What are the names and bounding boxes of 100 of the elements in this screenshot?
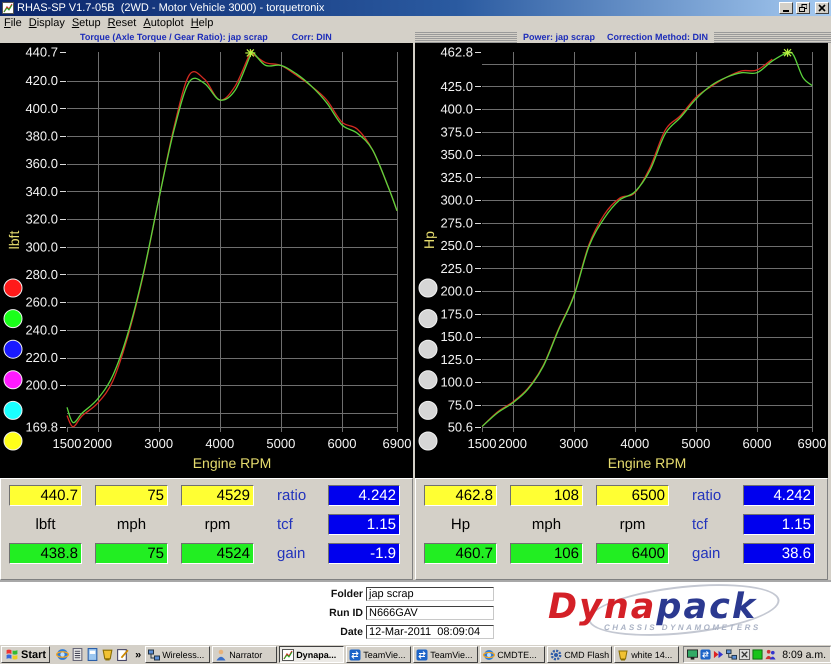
y-tick-label: 220.0 [25, 350, 58, 365]
run-slot-button[interactable] [418, 340, 438, 359]
y-tick-label: 325.0 [440, 170, 473, 185]
run-slot-button[interactable] [4, 340, 22, 359]
text-field[interactable]: 12-Mar-2011 08:09:04 [366, 625, 494, 639]
factor-value-field: 1.15 [328, 514, 400, 535]
minimize-button[interactable] [779, 2, 793, 14]
chart-title: Torque (Axle Torque / Gear Ratio): jap scrap [80, 32, 268, 42]
y-tick-label: 375.0 [440, 124, 473, 140]
chart-title: Corr: DIN [292, 32, 332, 42]
run-slot-button[interactable] [4, 370, 22, 390]
x-tick-label: 6000 [328, 436, 356, 451]
text-field[interactable]: jap scrap [366, 587, 494, 601]
run-slot-button[interactable] [4, 309, 22, 328]
peak-value-field: 108 [510, 485, 583, 506]
unit-label: Hp [450, 515, 472, 535]
menu-item[interactable]: Display [28, 17, 65, 30]
y-tick-label: 125.0 [440, 352, 473, 367]
restore-icon [799, 4, 807, 12]
x-axis-title: Engine RPM [608, 455, 686, 471]
overflow-button[interactable]: » [135, 648, 142, 662]
menu-item[interactable]: Setup [72, 17, 101, 30]
y-tick-label: 200.0 [25, 378, 58, 393]
y-tick-label: 225.0 [440, 260, 473, 276]
chart-title: Power: jap scrap [517, 32, 602, 42]
field-label: Date [339, 625, 363, 639]
page-icon[interactable] [86, 648, 100, 661]
factor-value-field: 38.6 [743, 543, 815, 564]
x-tick-label: 5000 [681, 436, 710, 451]
y-tick-label: 280.0 [25, 266, 58, 282]
y-tick-label: 462.8 [440, 44, 473, 60]
run-slot-button[interactable] [4, 400, 22, 420]
y-tick-label: 440.7 [25, 44, 58, 60]
factor-label: tcf [691, 515, 709, 535]
people-icon[interactable] [765, 649, 776, 660]
close-box-icon[interactable] [739, 649, 750, 660]
peak-marker-icon [782, 48, 793, 57]
person-icon [215, 648, 228, 660]
y-tick-label: 275.0 [440, 215, 473, 230]
x-tick-label: 4000 [205, 436, 234, 451]
run-slot-button[interactable] [418, 400, 438, 420]
y-tick-label: 360.0 [25, 156, 58, 172]
menu-item[interactable]: Reset [108, 17, 136, 30]
x-tick-label: 1500 [52, 436, 82, 451]
x-axis-title: Engine RPM [192, 455, 272, 471]
run-slot-button[interactable] [418, 309, 438, 328]
clock-text: 8:09 a.m. [782, 648, 826, 660]
run-slot-button[interactable] [4, 278, 22, 298]
unit-label: mph [530, 515, 562, 535]
y-tick-label: 400.0 [25, 100, 58, 116]
monitor-icon[interactable] [687, 649, 698, 660]
taskbar-button[interactable]: white 14... [614, 646, 680, 663]
run-slot-button[interactable] [4, 432, 22, 450]
double-arrow-icon[interactable] [700, 649, 712, 660]
taskbar-button[interactable]: Wireless... [145, 646, 210, 663]
taskbar-button[interactable]: CMDTE... [480, 646, 546, 663]
current-value-field: 75 [95, 543, 168, 564]
notepad-icon[interactable] [116, 648, 130, 661]
close-button[interactable] [815, 2, 829, 14]
y-tick-label: 300.0 [25, 239, 58, 254]
peak-value-field: 4529 [181, 485, 254, 506]
field-label: Folder [330, 587, 363, 601]
network-icon[interactable] [726, 649, 738, 660]
y-tick-label: 425.0 [440, 78, 473, 94]
current-value-field: 6400 [596, 543, 669, 564]
start-button[interactable]: Start [1, 646, 50, 663]
factor-label: gain [276, 544, 306, 564]
document-icon[interactable] [71, 648, 84, 661]
chevron-icon[interactable] [713, 649, 724, 660]
y-tick-label: 150.0 [440, 329, 473, 344]
taskbar-button[interactable]: Narrator [212, 646, 278, 663]
y-tick-label: 250.0 [440, 238, 473, 254]
chart-icon [2, 2, 14, 14]
taskbar-button[interactable]: TeamVie... [413, 646, 478, 663]
peak-value-field: 75 [95, 485, 168, 506]
double-arrow-icon [416, 648, 428, 660]
unit-label: lbft [34, 515, 56, 535]
unit-label: rpm [204, 515, 232, 535]
chart-icon [282, 648, 294, 660]
taskbar-button[interactable]: CMD Flash [547, 646, 612, 663]
run-slot-button[interactable] [418, 278, 438, 298]
menu-item[interactable]: Autoplot [143, 17, 184, 30]
y-tick-label: 50.6 [448, 420, 473, 434]
square-icon[interactable] [752, 649, 764, 660]
factor-value-field: 1.15 [743, 514, 815, 535]
field-label: Run ID [328, 606, 363, 620]
y-tick-label: 420.0 [25, 73, 58, 88]
taskbar-button[interactable]: Dynapa... [279, 646, 344, 663]
text-field[interactable]: N666GAV [366, 606, 494, 620]
x-tick-label: 4000 [620, 436, 650, 451]
menu-item[interactable]: Help [190, 17, 214, 30]
x-tick-label: 6900 [798, 436, 826, 451]
menu-item[interactable]: File [4, 17, 22, 30]
peak-marker-icon [245, 48, 256, 57]
run-slot-button[interactable] [418, 370, 438, 390]
factor-label: tcf [276, 515, 294, 535]
restore-button[interactable] [796, 2, 810, 14]
globe-icon [483, 648, 496, 660]
run-slot-button[interactable] [418, 432, 438, 450]
taskbar-button[interactable]: TeamVie... [346, 646, 412, 663]
